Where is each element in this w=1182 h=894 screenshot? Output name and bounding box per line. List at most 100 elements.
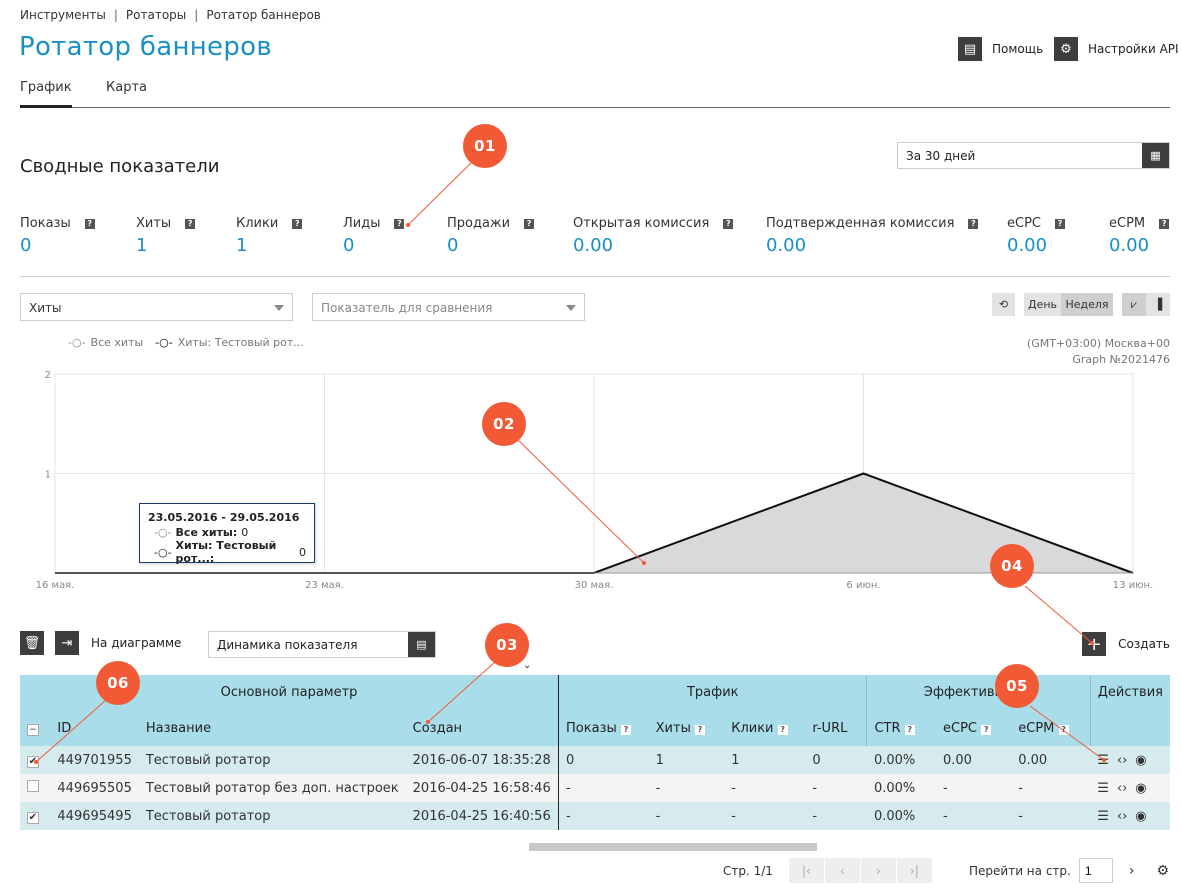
breadcrumb: Инструменты | Ротаторы | Ротатор баннеров [20, 8, 321, 22]
chevron-right-icon[interactable]: › [1129, 863, 1135, 879]
help-icon[interactable]: ? [620, 724, 631, 735]
x-tick-label: 30 мая. [575, 580, 614, 591]
summary-title: Сводные показатели [20, 156, 220, 177]
help-label: Помощь [992, 42, 1044, 56]
help-button[interactable]: ▤ Помощь [958, 37, 1043, 61]
help-icon[interactable]: ? [723, 218, 734, 229]
dynamics-select[interactable]: Динамика показателя ▤ [208, 631, 436, 658]
code-icon[interactable]: ‹› [1117, 809, 1127, 824]
table-row[interactable]: 449695505 Тестовый ротатор без доп. наст… [20, 774, 1170, 802]
period-value: За 30 дней [906, 149, 976, 163]
refresh-icon: ⟲ [998, 298, 1009, 311]
chart-tooltip: 23.05.2016 - 29.05.2016 -○- Все хиты: 0 -○… [139, 503, 315, 565]
columns-icon[interactable]: ▤ [408, 632, 435, 657]
col-label: eCPC [943, 720, 977, 736]
tab-chart[interactable]: График [20, 80, 72, 108]
create-button[interactable]: + Создать [1082, 632, 1170, 656]
api-settings-button[interactable]: ⚙ Настройки API [1054, 37, 1179, 61]
menu-icon[interactable]: ☰ [1097, 753, 1109, 768]
annotation-marker: 06 [96, 661, 140, 705]
help-icon[interactable]: ? [904, 724, 915, 735]
table-row[interactable]: ✔ 449695495 Тестовый ротатор 2016-04-25 … [20, 802, 1170, 830]
eye-icon[interactable]: ◉ [1135, 753, 1146, 768]
metric-value: 1 [136, 235, 148, 256]
horizontal-scrollbar[interactable] [529, 843, 817, 851]
help-icon[interactable]: ? [1055, 218, 1065, 229]
col-rurl[interactable]: r-URL [805, 710, 868, 746]
cell-created: 2016-04-25 16:58:46 [405, 774, 560, 802]
metric-select-value: Хиты [29, 301, 62, 315]
calendar-icon[interactable]: ▦ [1142, 143, 1169, 168]
chevron-down-icon[interactable]: ⌄ [523, 660, 531, 671]
cell-name[interactable]: Тестовый ротатор [138, 802, 406, 830]
menu-icon[interactable]: ☰ [1097, 809, 1109, 824]
refresh-button[interactable]: ⟲ [992, 293, 1015, 316]
breadcrumb-item[interactable]: Инструменты [20, 8, 106, 22]
row-checkbox[interactable]: ✔ [20, 746, 51, 774]
first-page-button[interactable]: |‹ [788, 858, 825, 883]
col-label: Клики [731, 720, 774, 736]
help-icon[interactable]: ? [84, 218, 95, 229]
tab-map[interactable]: Карта [106, 80, 147, 95]
compare-select[interactable]: Показатель для сравнения [312, 293, 585, 321]
metric-value: 0.00 [1109, 235, 1150, 256]
compare-select-placeholder: Показатель для сравнения [321, 301, 493, 315]
col-clicks[interactable]: Клики ? [724, 710, 806, 746]
legend-item[interactable]: -○- Хиты: Тестовый рот... [155, 336, 304, 349]
rotators-table: Основной параметр Трафик Эффективность Д… [20, 675, 1170, 830]
code-icon[interactable]: ‹› [1117, 753, 1127, 768]
help-icon[interactable]: ? [694, 724, 705, 735]
table-row[interactable]: ✔ 449701955 Тестовый ротатор 2016-06-07 … [20, 746, 1170, 774]
gear-icon[interactable]: ⚙ [1156, 863, 1169, 879]
col-label: eCPM [1018, 720, 1055, 736]
delete-button[interactable]: 🗑 [20, 631, 44, 655]
row-checkbox[interactable] [20, 774, 51, 802]
timezone-label: (GMT+03:00) Москва+00 [1026, 337, 1170, 350]
eye-icon[interactable]: ◉ [1135, 781, 1146, 796]
period-select[interactable]: За 30 дней ▦ [897, 142, 1170, 169]
col-hits[interactable]: Хиты ? [648, 710, 725, 746]
help-icon[interactable]: ? [524, 218, 535, 229]
day-button[interactable]: День [1024, 293, 1061, 316]
col-id[interactable]: ID [50, 710, 139, 746]
row-checkbox[interactable]: ✔ [20, 802, 51, 830]
week-button[interactable]: Неделя [1061, 293, 1113, 316]
help-icon[interactable]: ? [185, 218, 196, 229]
metric-label: Клики [236, 216, 279, 231]
select-all-checkbox[interactable]: − [20, 710, 51, 746]
cell-rurl: - [805, 802, 867, 830]
metric-value: 0 [343, 235, 355, 256]
help-icon[interactable]: ? [1058, 724, 1069, 735]
add-chart-icon: ⇥ [61, 635, 73, 651]
help-icon[interactable]: ? [1159, 218, 1170, 229]
x-tick-label: 13 июн. [1113, 580, 1154, 591]
col-name[interactable]: Название [138, 710, 406, 746]
col-created[interactable]: Создан [405, 710, 560, 746]
help-icon[interactable]: ? [777, 724, 788, 735]
legend-item[interactable]: -○- Все хиты [68, 336, 143, 349]
add-to-chart-button[interactable]: ⇥ [55, 631, 79, 655]
code-icon[interactable]: ‹› [1117, 781, 1127, 796]
metric-select[interactable]: Хиты [20, 293, 293, 321]
help-icon[interactable]: ? [981, 724, 992, 735]
area-chart-button[interactable]: ⩗ [1122, 293, 1146, 316]
last-page-button[interactable]: ›| [896, 858, 933, 883]
help-icon[interactable]: ? [292, 218, 303, 229]
annotation-marker: 03 [485, 623, 529, 667]
cell-name[interactable]: Тестовый ротатор без доп. настроек [138, 774, 406, 802]
help-icon[interactable]: ? [968, 218, 979, 229]
document-icon: ▤ [958, 37, 982, 61]
col-ctr[interactable]: CTR ? [866, 710, 936, 746]
col-ecpc[interactable]: eCPC ? [936, 710, 1012, 746]
menu-icon[interactable]: ☰ [1097, 781, 1109, 796]
col-shows[interactable]: Показы ? [558, 710, 649, 746]
cell-name[interactable]: Тестовый ротатор [138, 746, 406, 774]
next-page-button[interactable]: › [860, 858, 897, 883]
eye-icon[interactable]: ◉ [1135, 809, 1146, 824]
bar-chart-button[interactable]: ▐ [1146, 293, 1170, 316]
help-icon[interactable]: ? [394, 218, 405, 229]
col-ecpm[interactable]: eCPM ? [1011, 710, 1091, 746]
prev-page-button[interactable]: ‹ [824, 858, 861, 883]
goto-page-input[interactable] [1078, 858, 1113, 883]
breadcrumb-item[interactable]: Ротаторы [126, 8, 186, 22]
